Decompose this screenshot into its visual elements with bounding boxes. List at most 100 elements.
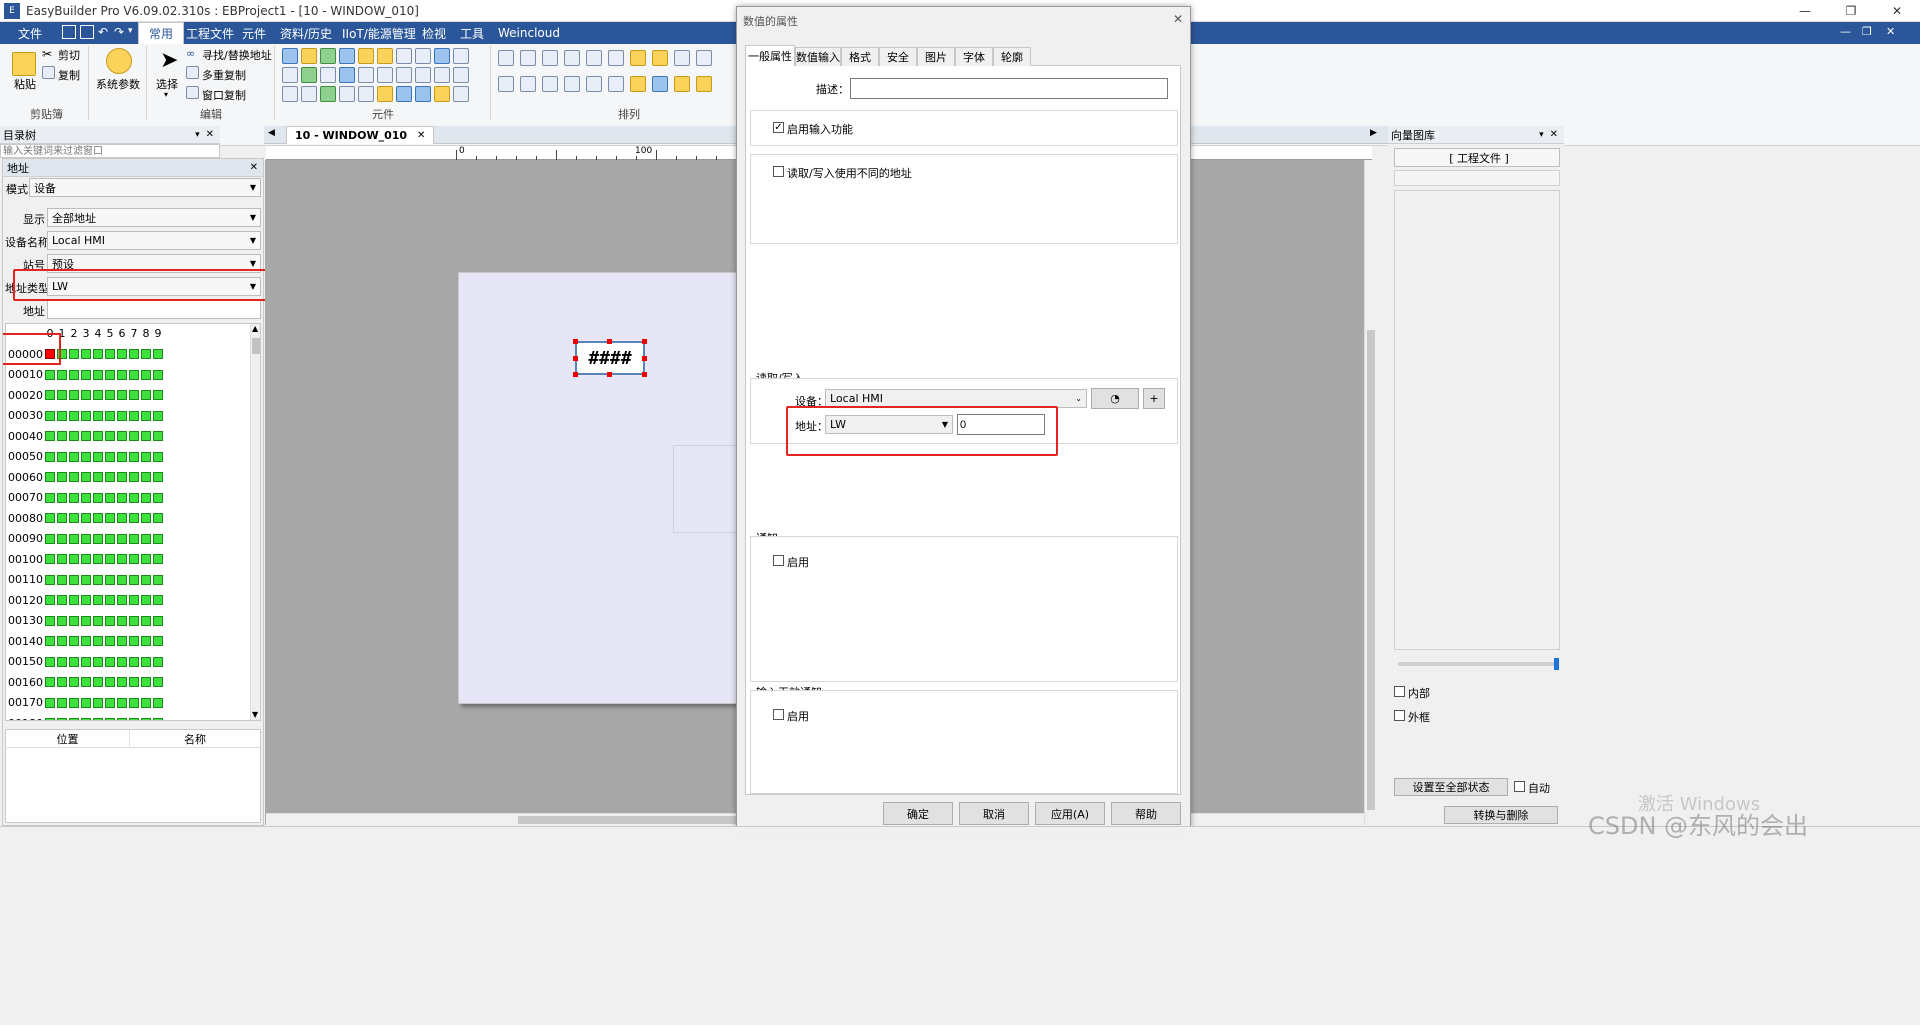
wave-icon[interactable] [339,67,355,83]
address-bit-cell[interactable] [141,718,151,720]
description-input[interactable] [850,78,1168,99]
address-bit-cell[interactable] [57,533,67,544]
address-bit-cell[interactable] [117,718,127,720]
tab-5[interactable]: 字体 [955,47,993,66]
address-bit-cell[interactable] [153,349,163,360]
cut-button[interactable]: 剪切 [58,47,80,63]
tree-close-icon[interactable]: ✕ [206,129,214,140]
address-bit-cell[interactable] [153,410,163,421]
copy-button[interactable]: 复制 [58,67,80,83]
address-bit-cell[interactable] [69,677,79,688]
address-bit-cell[interactable] [93,410,103,421]
address-bit-cell[interactable] [57,677,67,688]
address-bit-cell[interactable] [153,615,163,626]
address-bit-cell[interactable] [81,492,91,503]
address-bit-cell[interactable] [81,410,91,421]
address-bit-cell[interactable] [93,533,103,544]
address-bit-cell[interactable] [105,472,115,483]
address-bit-cell[interactable] [105,697,115,708]
address-bit-cell[interactable] [93,615,103,626]
address-bit-cell[interactable] [129,574,139,585]
address-bit-cell[interactable] [93,677,103,688]
rw-diff-checkbox[interactable] [773,166,784,177]
address-bit-cell[interactable] [117,492,127,503]
address-bit-cell[interactable] [93,554,103,565]
address-bit-cell[interactable] [141,697,151,708]
address-bit-cell[interactable] [129,513,139,524]
tab-scroll-left-icon[interactable]: ◀ [268,128,275,138]
address-bit-cell[interactable] [81,595,91,606]
tab-6[interactable]: 轮廓 [993,47,1031,66]
address-bit-cell[interactable] [69,472,79,483]
menu-file[interactable]: 文件 [8,22,52,44]
size-slider-track[interactable] [1398,658,1559,670]
flip-icon[interactable] [586,76,602,92]
address-bit-cell[interactable] [105,636,115,647]
address-bit-cell[interactable] [57,369,67,380]
maximize-button[interactable]: ❐ [1828,0,1874,22]
address-bit-cell[interactable] [45,431,55,442]
text-object-icon[interactable] [396,48,412,64]
table-icon[interactable] [282,67,298,83]
address-bit-cell[interactable] [129,718,139,720]
selection-handle[interactable] [642,372,647,377]
device-name-select[interactable]: Local HMI ▼ [47,231,261,250]
address-bit-cell[interactable] [57,636,67,647]
address-bit-cell[interactable] [45,636,55,647]
address-bit-cell[interactable] [45,718,55,720]
address-bit-cell[interactable] [141,431,151,442]
address-bit-cell[interactable] [141,513,151,524]
address-bit-cell[interactable] [105,656,115,667]
text-icon[interactable] [301,86,317,102]
pie-icon[interactable] [415,67,431,83]
address-bit-cell[interactable] [45,615,55,626]
mirror-icon[interactable] [608,76,624,92]
address-bit-cell[interactable] [45,677,55,688]
address-bit-cell[interactable] [81,390,91,401]
add-device-button[interactable]: + [1143,388,1165,409]
lamp-icon[interactable] [377,86,393,102]
address-bit-cell[interactable] [129,390,139,401]
address-bit-cell[interactable] [117,595,127,606]
address-bit-cell[interactable] [93,451,103,462]
address-bit-cell[interactable] [105,615,115,626]
address-bit-cell[interactable] [141,533,151,544]
selection-handle[interactable] [573,372,578,377]
address-bit-cell[interactable] [117,431,127,442]
frame-icon[interactable] [339,86,355,102]
address-bit-cell[interactable] [141,656,151,667]
address-bit-cell[interactable] [45,410,55,421]
system-params-button[interactable]: 系统参数 [96,76,140,92]
multi-state-icon[interactable] [320,48,336,64]
address-bit-cell[interactable] [69,513,79,524]
data-icon[interactable] [396,86,412,102]
address-bit-cell[interactable] [117,533,127,544]
gallery-more-icon[interactable] [453,86,469,102]
address-bit-cell[interactable] [129,656,139,667]
address-bit-cell[interactable] [81,636,91,647]
address-bit-cell[interactable] [105,677,115,688]
notify-enable-checkbox[interactable] [773,555,784,566]
address-bit-cell[interactable] [129,492,139,503]
dialog-close-icon[interactable]: ✕ [1173,12,1183,26]
address-bit-cell[interactable] [117,697,127,708]
address-bit-cell[interactable] [153,574,163,585]
function-key-icon[interactable] [377,48,393,64]
close-button[interactable]: ✕ [1874,0,1920,22]
address-bit-cell[interactable] [57,697,67,708]
auto-checkbox[interactable] [1514,781,1525,792]
numeric-display-icon[interactable] [282,48,298,64]
address-bit-cell[interactable] [45,697,55,708]
star-icon[interactable] [453,67,469,83]
address-bit-cell[interactable] [129,349,139,360]
address-bit-cell[interactable] [105,554,115,565]
ok-button[interactable]: 确定 [883,802,953,825]
address-bit-cell[interactable] [105,718,115,720]
address-bit-cell[interactable] [69,410,79,421]
toggle-switch-icon[interactable] [358,48,374,64]
gear-icon[interactable] [106,48,132,74]
address-bit-cell[interactable] [57,574,67,585]
address-bit-cell[interactable] [105,390,115,401]
address-bit-cell[interactable] [105,533,115,544]
address-bit-cell[interactable] [117,656,127,667]
